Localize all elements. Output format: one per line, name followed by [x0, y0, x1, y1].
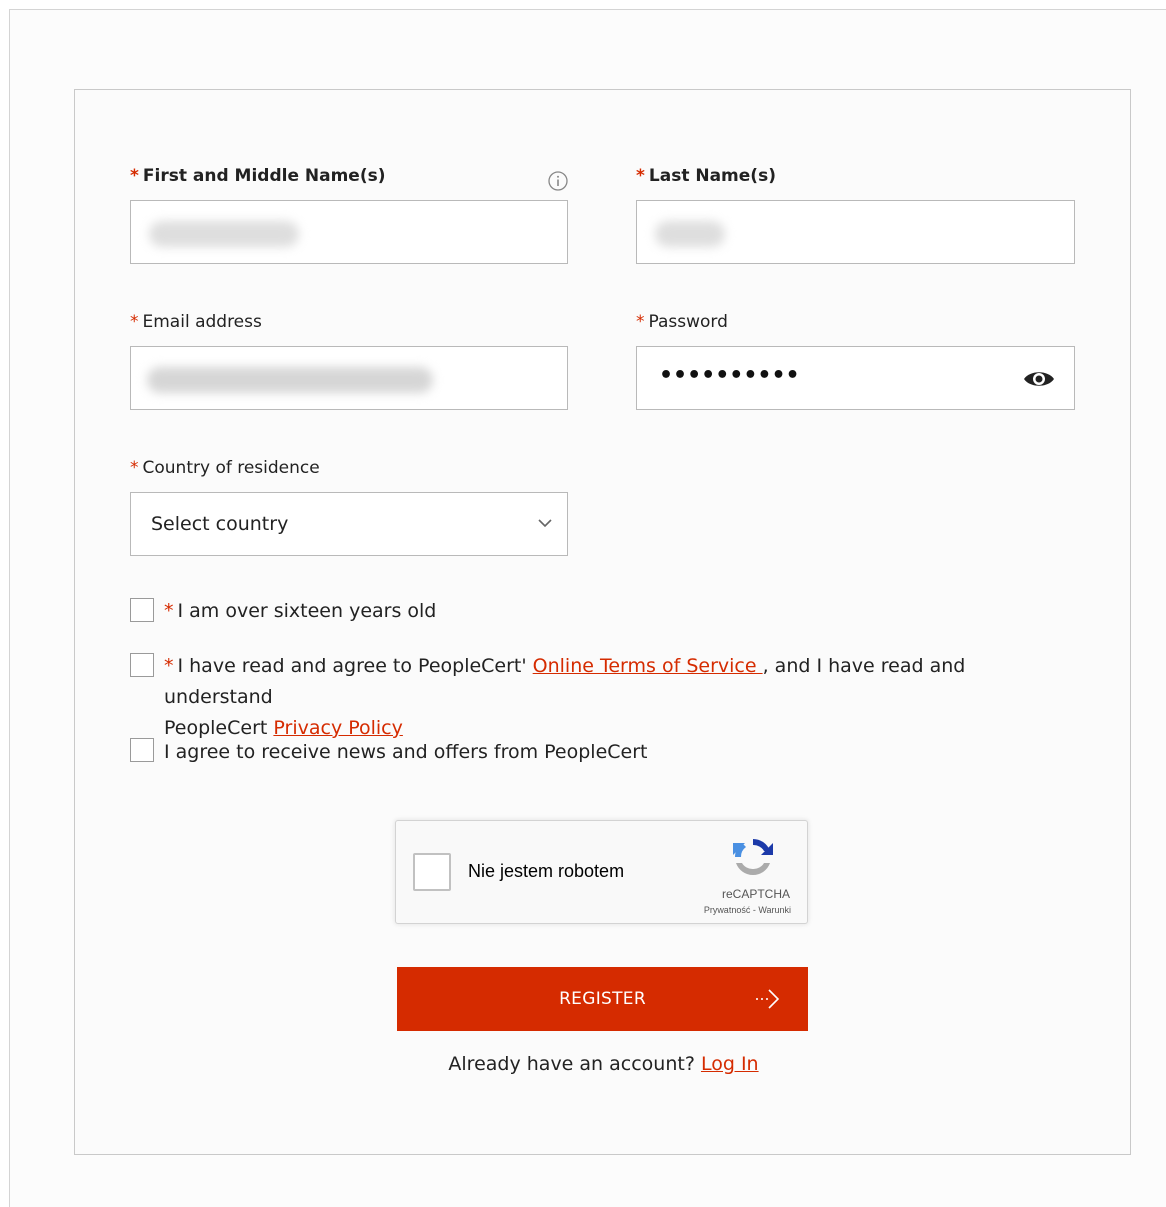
login-link[interactable]: Log In	[701, 1053, 759, 1075]
password-label-text: Password	[648, 312, 728, 332]
password-value: ••••••••••	[659, 363, 800, 388]
age-checkbox-text: I am over sixteen years old	[177, 600, 437, 622]
recaptcha-label: Nie jestem robotem	[468, 861, 625, 881]
required-mark: *	[164, 600, 174, 622]
login-prompt: Already have an account? Log In	[75, 1053, 1132, 1075]
email-label: * Email address	[130, 312, 262, 332]
last-name-input[interactable]	[636, 200, 1075, 264]
terms-checkbox-label: * I have read and agree to PeopleCert' On…	[164, 651, 1064, 744]
country-select[interactable]: Select country	[130, 492, 568, 556]
country-label-text: Country of residence	[142, 458, 320, 478]
last-name-label-text: Last Name(s)	[648, 166, 776, 186]
required-mark: *	[130, 166, 139, 186]
required-mark: *	[636, 312, 645, 332]
terms-text-line2: PeopleCert	[164, 717, 274, 739]
first-name-label: * First and Middle Name(s)	[130, 166, 386, 186]
info-circle-icon[interactable]	[547, 170, 569, 192]
arrow-right-icon	[756, 989, 780, 1009]
eye-icon[interactable]	[1022, 367, 1056, 391]
recaptcha-widget: Nie jestem robotem reCAPTCHA Prywatność …	[395, 820, 808, 924]
terms-of-service-link[interactable]: Online Terms of Service	[533, 655, 763, 677]
newsletter-checkbox[interactable]	[130, 738, 154, 762]
register-label: REGISTER	[559, 989, 646, 1009]
age-checkbox[interactable]	[130, 598, 154, 622]
recaptcha-checkbox[interactable]	[413, 853, 451, 891]
required-mark: *	[130, 458, 139, 478]
redacted-value	[147, 367, 433, 393]
first-name-label-text: First and Middle Name(s)	[142, 166, 386, 186]
privacy-policy-link[interactable]: Privacy Policy	[273, 717, 402, 739]
recaptcha-logo-icon	[733, 839, 773, 875]
password-input[interactable]: ••••••••••	[636, 346, 1075, 410]
password-label: * Password	[636, 312, 728, 332]
email-label-text: Email address	[142, 312, 262, 332]
first-name-input[interactable]	[130, 200, 568, 264]
newsletter-checkbox-text: I agree to receive news and offers from …	[164, 741, 648, 763]
register-button[interactable]: REGISTER	[397, 967, 808, 1031]
required-mark: *	[636, 166, 645, 186]
terms-text-before: I have read and agree to PeopleCert'	[177, 655, 533, 677]
page-background: * First and Middle Name(s) * Last Name(s) …	[9, 9, 1166, 1207]
terms-checkbox[interactable]	[130, 653, 154, 677]
redacted-value	[149, 221, 299, 247]
redacted-value	[655, 221, 725, 247]
country-select-value: Select country	[151, 513, 289, 535]
last-name-label: * Last Name(s)	[636, 166, 776, 186]
recaptcha-links[interactable]: Prywatność - Warunki	[704, 905, 791, 915]
country-label: * Country of residence	[130, 458, 320, 478]
age-checkbox-label: * I am over sixteen years old	[164, 596, 436, 627]
login-prompt-text: Already have an account?	[448, 1053, 701, 1075]
required-mark: *	[164, 655, 174, 677]
required-mark: *	[130, 312, 139, 332]
email-input[interactable]	[130, 346, 568, 410]
chevron-down-icon	[538, 519, 552, 528]
recaptcha-brand: reCAPTCHA	[721, 887, 790, 901]
newsletter-checkbox-label: I agree to receive news and offers from …	[164, 737, 648, 768]
registration-form: * First and Middle Name(s) * Last Name(s) …	[74, 89, 1131, 1155]
